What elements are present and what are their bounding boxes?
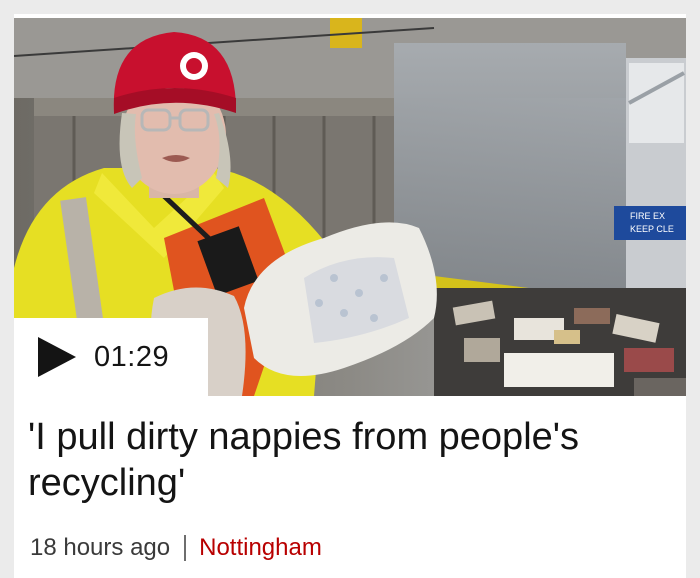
story-headline[interactable]: 'I pull dirty nappies from people's recy… bbox=[28, 414, 678, 506]
sign-line-2: KEEP CLE bbox=[630, 224, 674, 234]
video-duration: 01:29 bbox=[94, 340, 170, 373]
meta-divider bbox=[184, 535, 187, 561]
video-thumbnail[interactable]: FIRE EX KEEP CLE 01:29 bbox=[14, 18, 686, 396]
story-location-link[interactable]: Nottingham bbox=[199, 534, 322, 562]
play-icon bbox=[36, 335, 80, 379]
story-timestamp: 18 hours ago bbox=[30, 534, 171, 561]
play-video-button[interactable]: 01:29 bbox=[14, 318, 208, 396]
sign-line-1: FIRE EX bbox=[630, 211, 665, 221]
story-card[interactable]: FIRE EX KEEP CLE 01:29 'I pull dirty nap… bbox=[14, 14, 686, 578]
story-meta: 18 hours ago Nottingham bbox=[30, 534, 322, 562]
